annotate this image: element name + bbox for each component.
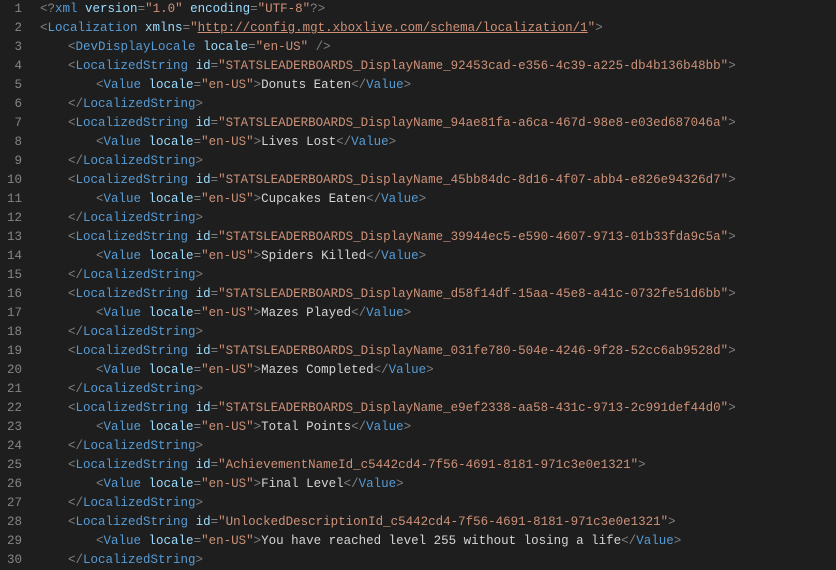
line-number: 24 (6, 437, 22, 456)
code-line[interactable]: </LocalizedString> (40, 209, 836, 228)
line-number: 23 (6, 418, 22, 437)
code-line[interactable]: <Value locale="en-US">Lives Lost</Value> (40, 133, 836, 152)
line-number: 30 (6, 551, 22, 570)
line-number-gutter: 1234567891011121314151617181920212223242… (0, 0, 36, 570)
code-line[interactable]: <Value locale="en-US">Total Points</Valu… (40, 418, 836, 437)
code-line[interactable]: <?xml version="1.0" encoding="UTF-8"?> (40, 0, 836, 19)
line-number: 22 (6, 399, 22, 418)
code-line[interactable]: <Value locale="en-US">You have reached l… (40, 532, 836, 551)
code-line[interactable]: </LocalizedString> (40, 437, 836, 456)
line-number: 11 (6, 190, 22, 209)
code-line[interactable]: <LocalizedString id="STATSLEADERBOARDS_D… (40, 285, 836, 304)
line-number: 4 (6, 57, 22, 76)
code-line[interactable]: <LocalizedString id="STATSLEADERBOARDS_D… (40, 342, 836, 361)
code-line[interactable]: <LocalizedString id="STATSLEADERBOARDS_D… (40, 171, 836, 190)
line-number: 12 (6, 209, 22, 228)
code-area[interactable]: <?xml version="1.0" encoding="UTF-8"?><L… (36, 0, 836, 570)
line-number: 14 (6, 247, 22, 266)
code-line[interactable]: <Value locale="en-US">Spiders Killed</Va… (40, 247, 836, 266)
code-line[interactable]: </LocalizedString> (40, 494, 836, 513)
line-number: 18 (6, 323, 22, 342)
line-number: 2 (6, 19, 22, 38)
code-line[interactable]: </LocalizedString> (40, 152, 836, 171)
code-line[interactable]: </LocalizedString> (40, 551, 836, 570)
line-number: 16 (6, 285, 22, 304)
code-line[interactable]: <LocalizedString id="STATSLEADERBOARDS_D… (40, 57, 836, 76)
code-line[interactable]: <DevDisplayLocale locale="en-US" /> (40, 38, 836, 57)
line-number: 1 (6, 0, 22, 19)
code-line[interactable]: <LocalizedString id="AchievementNameId_c… (40, 456, 836, 475)
code-line[interactable]: <LocalizedString id="STATSLEADERBOARDS_D… (40, 399, 836, 418)
code-line[interactable]: <Value locale="en-US">Cupcakes Eaten</Va… (40, 190, 836, 209)
code-line[interactable]: <LocalizedString id="UnlockedDescription… (40, 513, 836, 532)
code-line[interactable]: <LocalizedString id="STATSLEADERBOARDS_D… (40, 114, 836, 133)
line-number: 10 (6, 171, 22, 190)
line-number: 27 (6, 494, 22, 513)
line-number: 9 (6, 152, 22, 171)
line-number: 21 (6, 380, 22, 399)
line-number: 15 (6, 266, 22, 285)
line-number: 3 (6, 38, 22, 57)
code-line[interactable]: </LocalizedString> (40, 380, 836, 399)
code-line[interactable]: <LocalizedString id="STATSLEADERBOARDS_D… (40, 228, 836, 247)
code-line[interactable]: </LocalizedString> (40, 95, 836, 114)
line-number: 6 (6, 95, 22, 114)
line-number: 26 (6, 475, 22, 494)
code-line[interactable]: <Value locale="en-US">Final Level</Value… (40, 475, 836, 494)
line-number: 19 (6, 342, 22, 361)
line-number: 28 (6, 513, 22, 532)
code-line[interactable]: <Localization xmlns="http://config.mgt.x… (40, 19, 836, 38)
code-line[interactable]: <Value locale="en-US">Donuts Eaten</Valu… (40, 76, 836, 95)
line-number: 20 (6, 361, 22, 380)
line-number: 5 (6, 76, 22, 95)
code-line[interactable]: </LocalizedString> (40, 266, 836, 285)
line-number: 7 (6, 114, 22, 133)
line-number: 17 (6, 304, 22, 323)
code-line[interactable]: <Value locale="en-US">Mazes Completed</V… (40, 361, 836, 380)
line-number: 29 (6, 532, 22, 551)
line-number: 13 (6, 228, 22, 247)
line-number: 8 (6, 133, 22, 152)
code-editor[interactable]: 1234567891011121314151617181920212223242… (0, 0, 836, 570)
code-line[interactable]: <Value locale="en-US">Mazes Played</Valu… (40, 304, 836, 323)
line-number: 25 (6, 456, 22, 475)
code-line[interactable]: </LocalizedString> (40, 323, 836, 342)
